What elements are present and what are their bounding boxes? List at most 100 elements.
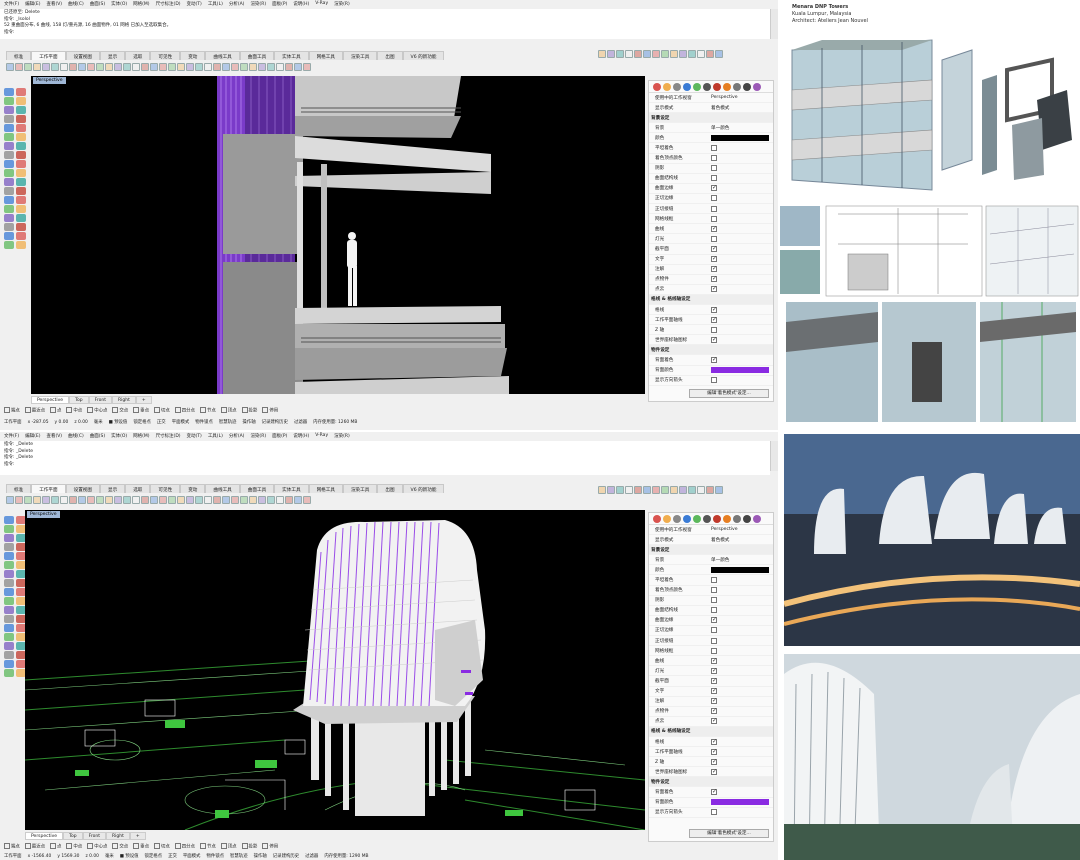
- status-item[interactable]: 过滤器: [305, 853, 318, 859]
- toolbar-icon[interactable]: [132, 63, 140, 71]
- checkbox[interactable]: [711, 788, 717, 795]
- checkbox[interactable]: [711, 306, 717, 313]
- checkbox[interactable]: [711, 245, 717, 252]
- tool-icon[interactable]: [4, 651, 14, 659]
- toolbar-icon[interactable]: [294, 496, 302, 504]
- tool-icon[interactable]: [16, 124, 26, 132]
- toolbar-icon[interactable]: [303, 63, 311, 71]
- row-value[interactable]: 着色模式: [711, 105, 729, 111]
- status-item[interactable]: 智慧轨迹: [219, 419, 237, 425]
- panel-row[interactable]: 着色顶点颜色: [649, 586, 773, 596]
- viewport-label[interactable]: Perspective: [27, 511, 60, 518]
- menu-item[interactable]: 分析(A): [229, 433, 245, 439]
- panel-row[interactable]: 世界座标轴图标: [649, 335, 773, 346]
- status-item[interactable]: 锁定格点: [133, 419, 151, 425]
- toolbar-tab[interactable]: 曲线工具: [205, 484, 240, 493]
- panel-tab-icon[interactable]: [723, 82, 731, 91]
- render-tool-icon[interactable]: [706, 50, 714, 58]
- panel-row[interactable]: 点物件: [649, 275, 773, 285]
- tool-icon[interactable]: [16, 97, 26, 105]
- menu-item[interactable]: V-Ray: [315, 1, 328, 7]
- tool-icon[interactable]: [4, 115, 14, 123]
- tool-icon[interactable]: [16, 241, 26, 249]
- render-tool-icon[interactable]: [625, 486, 633, 494]
- panel-tab-icon[interactable]: [753, 82, 761, 91]
- menu-item[interactable]: 文件(F): [4, 433, 19, 439]
- tool-icon[interactable]: [4, 579, 14, 587]
- osnap-option[interactable]: 中点: [66, 843, 82, 850]
- toolbar-icon[interactable]: [276, 63, 284, 71]
- panel-row[interactable]: 使用中的工作视窗 Perspective: [649, 525, 773, 536]
- tool-icon[interactable]: [4, 124, 14, 132]
- status-item[interactable]: 操作轴: [254, 853, 267, 859]
- panel-row[interactable]: 显示模式 着色模式: [649, 535, 773, 546]
- toolbar-icon[interactable]: [33, 496, 41, 504]
- toolbar-icon[interactable]: [150, 496, 158, 504]
- panel-tab-icon[interactable]: [663, 514, 671, 523]
- panel-row[interactable]: 正切接缝: [649, 204, 773, 215]
- render-tool-icon[interactable]: [634, 50, 642, 58]
- panel-tab-icon[interactable]: [703, 514, 711, 523]
- osnap-option[interactable]: 交点: [112, 407, 128, 414]
- tool-icon[interactable]: [4, 196, 14, 204]
- toolbar-tab[interactable]: 曲面工具: [239, 484, 275, 493]
- tool-icon[interactable]: [4, 606, 14, 614]
- menu-item[interactable]: 曲线(C): [68, 1, 84, 7]
- checkbox[interactable]: [711, 707, 717, 715]
- toolbar-icon[interactable]: [303, 496, 311, 504]
- menu-item[interactable]: 说明(H): [293, 1, 309, 7]
- toolbar-icon[interactable]: [60, 496, 68, 504]
- osnap-option[interactable]: 中心点: [87, 407, 107, 414]
- menu-item[interactable]: 网格(M): [133, 1, 149, 7]
- checkbox[interactable]: [711, 356, 717, 363]
- panel-row[interactable]: 世界座标轴图标: [649, 767, 773, 778]
- checkbox[interactable]: [711, 165, 717, 172]
- panel-row[interactable]: 截平面: [649, 244, 773, 255]
- checkbox[interactable]: [711, 145, 717, 152]
- checkbox[interactable]: [711, 285, 717, 293]
- checkbox[interactable]: [711, 697, 717, 705]
- checkbox[interactable]: [711, 687, 717, 695]
- panel-tab-icon[interactable]: [703, 82, 711, 91]
- toolbar-icon[interactable]: [267, 63, 275, 71]
- panel-row[interactable]: 阴影: [649, 596, 773, 606]
- render-tool-icon[interactable]: [652, 50, 660, 58]
- toolbar-icon[interactable]: [204, 496, 212, 504]
- menu-item[interactable]: 渲染(R): [334, 1, 350, 7]
- toolbar-icon[interactable]: [159, 63, 167, 71]
- menu-item[interactable]: 说明(H): [293, 433, 309, 439]
- toolbar-tab[interactable]: 变动: [180, 484, 206, 493]
- tool-icon[interactable]: [4, 160, 14, 168]
- render-tool-icon[interactable]: [598, 486, 606, 494]
- tool-icon[interactable]: [4, 178, 14, 186]
- render-tool-icon[interactable]: [598, 50, 606, 58]
- tool-icon[interactable]: [16, 169, 26, 177]
- tool-icon[interactable]: [16, 178, 26, 186]
- toolbar-icon[interactable]: [141, 496, 149, 504]
- tool-icon[interactable]: [4, 232, 14, 240]
- tool-icon[interactable]: [4, 669, 14, 677]
- menu-item[interactable]: 渲染(R): [334, 433, 350, 439]
- checkbox[interactable]: [711, 275, 717, 283]
- menu-item[interactable]: 网格(M): [133, 433, 149, 439]
- panel-tab-icon[interactable]: [683, 82, 691, 91]
- menu-item[interactable]: 曲面(S): [90, 433, 105, 439]
- edit-display-mode-button[interactable]: 编辑'着色模式'设定...: [689, 389, 769, 398]
- osnap-option[interactable]: 最近点: [25, 843, 45, 850]
- menu-item[interactable]: 曲面(S): [90, 1, 105, 7]
- menu-item[interactable]: 查看(V): [46, 433, 62, 439]
- checkbox[interactable]: [711, 577, 717, 584]
- toolbar-icon[interactable]: [6, 496, 14, 504]
- panel-row[interactable]: 背面着色: [649, 787, 773, 798]
- osnap-option[interactable]: 停用: [262, 407, 278, 414]
- checkbox[interactable]: [711, 175, 717, 182]
- checkbox[interactable]: [711, 235, 717, 242]
- menu-item[interactable]: 面板(P): [272, 433, 287, 439]
- menu-item[interactable]: 尺寸标注(D): [156, 1, 181, 7]
- status-item[interactable]: 记录建构历史: [273, 853, 299, 859]
- menu-item[interactable]: V-Ray: [315, 433, 328, 439]
- toolbar-icon[interactable]: [258, 63, 266, 71]
- tool-icon[interactable]: [4, 142, 14, 150]
- checkbox[interactable]: [711, 667, 717, 674]
- toolbar-icon[interactable]: [96, 496, 104, 504]
